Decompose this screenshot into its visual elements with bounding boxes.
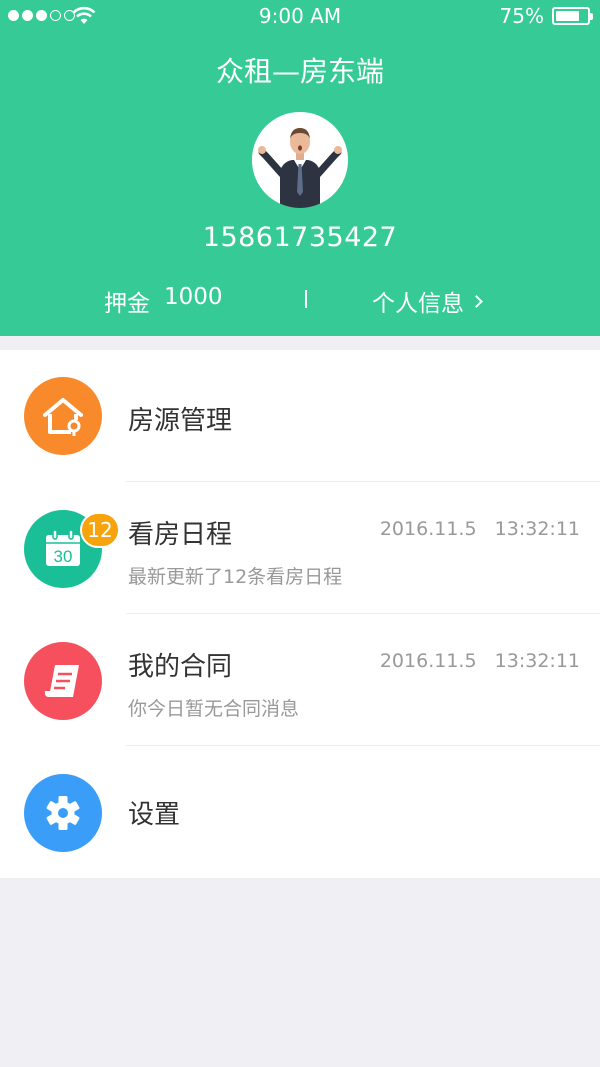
menu-list: 房源管理 30 12 看房日程 2016.11.5 13:32:11 最新更新了… bbox=[0, 350, 600, 878]
chevron-right-icon bbox=[470, 294, 483, 308]
contract-title: 我的合同 bbox=[128, 652, 233, 682]
property-title: 房源管理 bbox=[128, 406, 233, 436]
house-icon bbox=[24, 377, 102, 455]
schedule-time: 2016.11.5 13:32:11 bbox=[379, 518, 580, 540]
menu-item-schedule[interactable]: 30 12 看房日程 2016.11.5 13:32:11 最新更新了12条看房… bbox=[0, 482, 600, 614]
calendar-day: 30 bbox=[54, 547, 73, 566]
menu-item-contract[interactable]: 我的合同 2016.11.5 13:32:11 你今日暂无合同消息 bbox=[0, 614, 600, 746]
schedule-title: 看房日程 bbox=[128, 520, 233, 550]
personal-info-label: 个人信息 bbox=[372, 291, 464, 317]
personal-info-link[interactable]: 个人信息 bbox=[372, 284, 483, 318]
avatar[interactable] bbox=[252, 112, 348, 208]
gear-icon bbox=[24, 774, 102, 852]
deposit-value: 1000 bbox=[164, 284, 223, 310]
battery-percent: 75% bbox=[499, 4, 544, 28]
deposit-info: 押金 1000 bbox=[104, 284, 223, 318]
menu-item-settings[interactable]: 设置 bbox=[0, 746, 600, 878]
status-bar: 9:00 AM 75% bbox=[0, 0, 600, 32]
phone-number: 15861735427 bbox=[202, 222, 398, 253]
notification-badge: 12 bbox=[80, 512, 120, 548]
app-title: 众租—房东端 bbox=[215, 55, 384, 88]
deposit-label: 押金 bbox=[104, 291, 150, 317]
contract-subtitle: 你今日暂无合同消息 bbox=[128, 698, 300, 720]
contract-icon bbox=[24, 642, 102, 720]
menu-item-property[interactable]: 房源管理 bbox=[0, 350, 600, 482]
battery-icon bbox=[552, 7, 593, 25]
avatar-image bbox=[252, 112, 348, 208]
settings-title: 设置 bbox=[128, 800, 181, 830]
header-divider bbox=[305, 290, 307, 308]
contract-time: 2016.11.5 13:32:11 bbox=[379, 650, 580, 672]
schedule-subtitle: 最新更新了12条看房日程 bbox=[128, 566, 343, 588]
profile-header: 9:00 AM 75% 众租—房东端 15861735427 押金 1000 个… bbox=[0, 0, 600, 336]
